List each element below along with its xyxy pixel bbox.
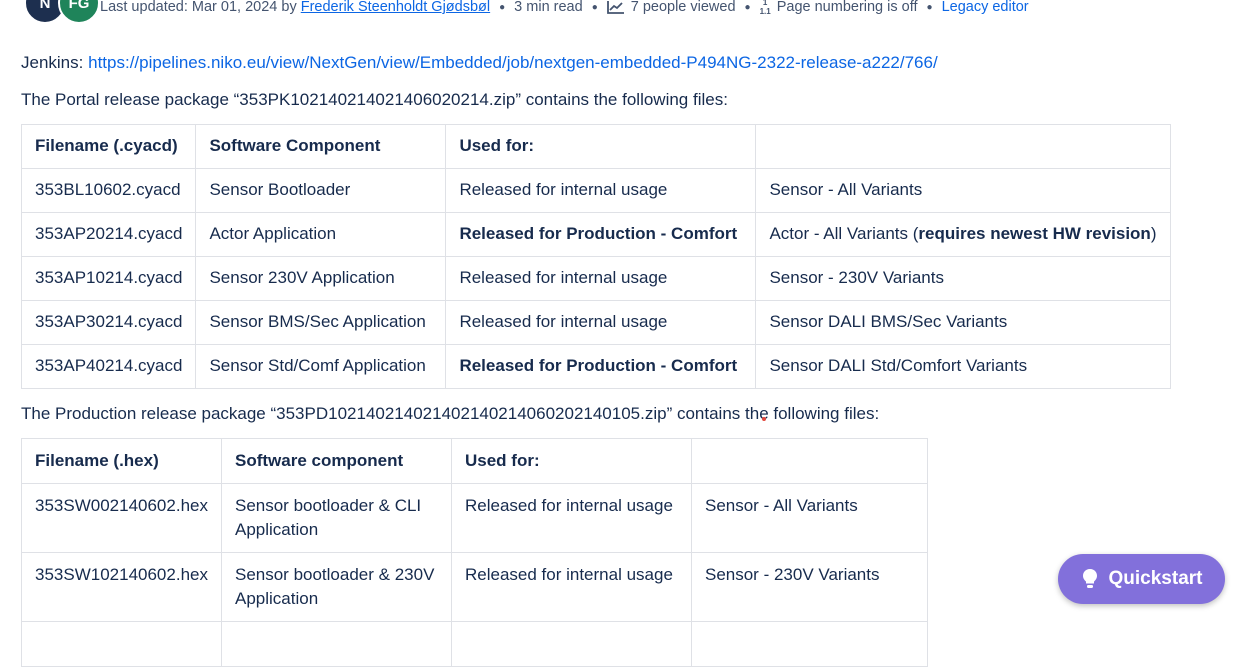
page-numbering[interactable]: 1 1.1 Page numbering is off: [760, 0, 918, 16]
used-for-bold: Released for Production - Comfort: [459, 224, 738, 243]
column-header: Used for:: [445, 124, 757, 169]
separator-dot: ●: [744, 1, 751, 13]
column-header: Software Component: [195, 124, 447, 169]
variant-cell: Sensor DALI Std/Comfort Variants: [755, 344, 1171, 389]
filename-cell: 353BL10602.cyacd: [20, 168, 197, 213]
cursor-marker: [762, 417, 766, 421]
table-row: [21, 621, 929, 667]
column-header: [755, 124, 1171, 169]
last-updated-text: Last updated: Mar 01, 2024 by Frederik S…: [100, 0, 490, 15]
used-for-cell: Released for internal usage: [445, 300, 757, 345]
used-for-cell: Released for Production - Comfort: [445, 344, 757, 389]
jenkins-line: Jenkins: https://pipelines.niko.eu/view/…: [21, 50, 1251, 75]
read-time: 3 min read: [514, 0, 583, 15]
contributor-avatars[interactable]: N FG: [0, 0, 100, 24]
component-cell: Sensor 230V Application: [195, 256, 447, 301]
views-label: 7 people viewed: [630, 0, 736, 15]
variant-cell: Sensor - 230V Variants: [755, 256, 1171, 301]
variant-cell: Sensor - All Variants: [755, 168, 1171, 213]
legacy-editor-link[interactable]: Legacy editor: [942, 0, 1029, 15]
table-row: 353AP30214.cyacd Sensor BMS/Sec Applicat…: [20, 300, 1171, 345]
table-row: 353AP40214.cyacd Sensor Std/Comf Applica…: [20, 344, 1171, 389]
table-row: 353SW102140602.hex Sensor bootloader & 2…: [21, 552, 929, 622]
used-for-cell: Released for internal usage: [450, 552, 692, 622]
variant-cell: Actor - All Variants (requires newest HW…: [755, 212, 1171, 257]
filename-cell: 353SW002140602.hex: [21, 483, 222, 553]
column-header: Filename (.cyacd): [20, 124, 197, 169]
filename-cell: [21, 621, 222, 667]
separator-dot: ●: [499, 1, 506, 13]
page-metadata-bar: N FG Last updated: Mar 01, 2024 by Frede…: [0, 0, 1255, 24]
table-row: 353SW002140602.hex Sensor bootloader & C…: [21, 483, 929, 553]
filename-cell: 353AP40214.cyacd: [20, 344, 197, 389]
used-for-bold: Released for Production - Comfort: [459, 356, 738, 375]
component-cell: Sensor BMS/Sec Application: [195, 300, 447, 345]
filename-cell: 353AP10214.cyacd: [20, 256, 197, 301]
author-link[interactable]: Frederik Steenholdt Gjødsbøl: [301, 0, 490, 15]
used-for-cell: Released for internal usage: [450, 483, 692, 553]
variant-cell: Sensor DALI BMS/Sec Variants: [755, 300, 1171, 345]
jenkins-link[interactable]: https://pipelines.niko.eu/view/NextGen/v…: [88, 53, 938, 72]
component-cell: Sensor bootloader & CLI Application: [220, 483, 452, 553]
variant-cell: [690, 621, 929, 667]
column-header: Used for:: [450, 438, 692, 484]
component-cell: Actor Application: [195, 212, 447, 257]
filename-cell: 353AP30214.cyacd: [20, 300, 197, 345]
used-for-cell: Released for internal usage: [445, 168, 757, 213]
table-header-row: Filename (.hex) Software component Used …: [21, 438, 929, 484]
component-cell: Sensor bootloader & 230V Application: [220, 552, 452, 622]
filename-cell: 353SW102140602.hex: [21, 552, 222, 622]
variant-cell: Sensor - 230V Variants: [690, 552, 929, 622]
portal-intro: The Portal release package “353PK1021402…: [21, 90, 728, 109]
used-for-cell: Released for Production - Comfort: [445, 212, 757, 257]
quickstart-label: Quickstart: [1108, 568, 1203, 589]
table-row: 353AP20214.cyacd Actor Application Relea…: [20, 212, 1171, 257]
used-for-cell: [450, 621, 692, 667]
table-header-row: Filename (.cyacd) Software Component Use…: [20, 124, 1171, 169]
component-cell: [220, 621, 452, 667]
separator-dot: ●: [926, 1, 933, 13]
production-files-table: Filename (.hex) Software component Used …: [21, 438, 929, 667]
production-intro: The Production release package “353PD102…: [21, 404, 880, 423]
column-header: Software component: [220, 438, 452, 484]
column-header: Filename (.hex): [21, 438, 222, 484]
table-row: 353BL10602.cyacd Sensor Bootloader Relea…: [20, 168, 1171, 213]
lightbulb-icon: [1082, 569, 1097, 588]
column-header: [690, 438, 929, 484]
page-numbering-label: Page numbering is off: [776, 0, 918, 15]
page-numbering-icon: 1 1.1: [759, 0, 771, 16]
filename-cell: 353AP20214.cyacd: [20, 212, 197, 257]
table-row: 353AP10214.cyacd Sensor 230V Application…: [20, 256, 1171, 301]
avatar[interactable]: FG: [58, 0, 100, 24]
views-count[interactable]: 7 people viewed: [606, 0, 736, 15]
jenkins-label: Jenkins:: [21, 53, 84, 72]
variant-bold: requires newest HW revision: [918, 224, 1151, 243]
analytics-icon: [606, 1, 624, 14]
last-updated-label: Last updated: Mar 01, 2024 by: [100, 0, 297, 15]
separator-dot: ●: [591, 1, 598, 13]
variant-cell: Sensor - All Variants: [690, 483, 929, 553]
component-cell: Sensor Bootloader: [195, 168, 447, 213]
portal-files-table: Filename (.cyacd) Software Component Use…: [20, 124, 1171, 389]
quickstart-button[interactable]: Quickstart: [1058, 554, 1225, 604]
used-for-cell: Released for internal usage: [445, 256, 757, 301]
component-cell: Sensor Std/Comf Application: [195, 344, 447, 389]
